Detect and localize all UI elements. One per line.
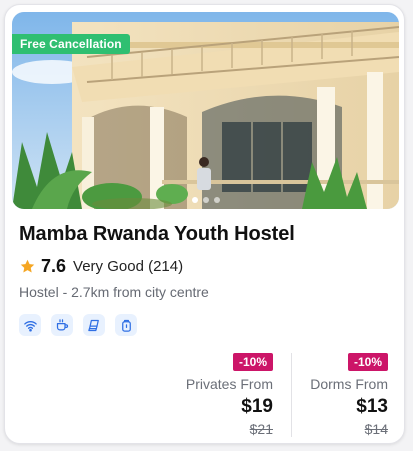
rating-score: 7.6 <box>41 256 67 276</box>
dorms-price[interactable]: -10% Dorms From $13 $14 <box>310 353 388 437</box>
star-icon <box>20 259 35 273</box>
free-cancellation-badge: Free Cancellation <box>12 34 130 54</box>
dorms-price-value: $13 <box>356 396 388 417</box>
property-title[interactable]: Mamba Rwanda Youth Hostel <box>19 223 295 246</box>
carousel-dots <box>12 197 399 203</box>
carousel-dot[interactable] <box>191 197 198 203</box>
carousel-dot[interactable] <box>213 197 220 203</box>
dorms-label: Dorms From <box>310 376 388 392</box>
facility-icons <box>19 314 137 336</box>
towel-icon <box>83 314 105 336</box>
coffee-icon <box>51 314 73 336</box>
rating-label: Very Good (214) <box>73 258 184 275</box>
privates-discount-badge: -10% <box>232 353 273 371</box>
privates-price[interactable]: -10% Privates From $19 $21 <box>186 353 273 437</box>
rating: 7.6 Very Good (214) <box>19 256 183 277</box>
wifi-icon <box>19 314 41 336</box>
property-card[interactable]: Free Cancellation Mamba Rwanda Youth Hos… <box>4 4 405 444</box>
price-divider <box>291 353 292 437</box>
lock-icon <box>115 314 137 336</box>
privates-label: Privates From <box>185 376 273 392</box>
dorms-old-price: $14 <box>364 421 388 437</box>
dorms-discount-badge: -10% <box>347 353 388 371</box>
property-location: Hostel - 2.7km from city centre <box>19 284 209 300</box>
carousel-dot[interactable] <box>202 197 209 203</box>
privates-old-price: $21 <box>249 421 273 437</box>
privates-price-value: $19 <box>241 396 273 417</box>
property-photo[interactable]: Free Cancellation <box>12 12 399 209</box>
